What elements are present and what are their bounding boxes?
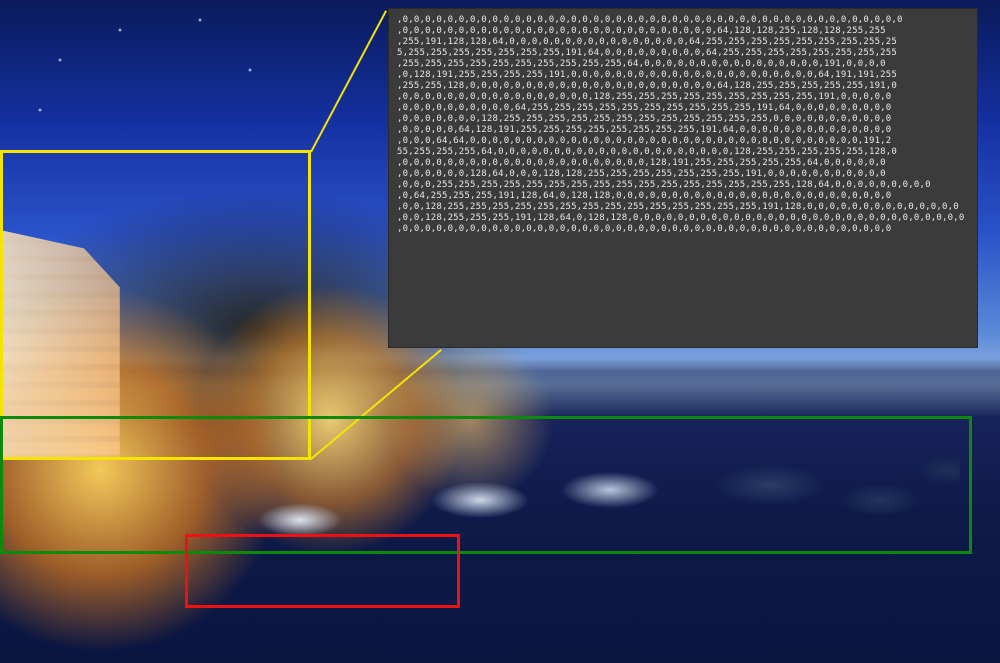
roi-green-boats: [0, 416, 972, 554]
scene-root: ,0,0,0,0,0,0,0,0,0,0,0,0,0,0,0,0,0,0,0,0…: [0, 0, 1000, 663]
roi-yellow-sky: [0, 150, 311, 460]
roi-red-foreground-boat: [185, 534, 460, 608]
pixel-data-panel: ,0,0,0,0,0,0,0,0,0,0,0,0,0,0,0,0,0,0,0,0…: [388, 8, 978, 348]
